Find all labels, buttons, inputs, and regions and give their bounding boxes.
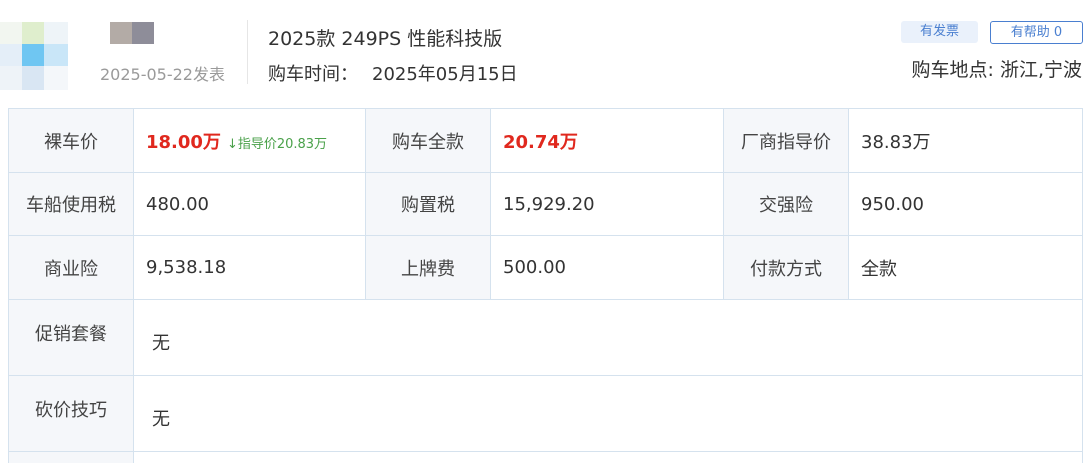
purchase-tax-value: 15,929.20 xyxy=(490,172,724,236)
price-info-table: 裸车价 18.00万 ↓指导价20.83万 购车全款 20.74万 厂商指导价 3… xyxy=(8,108,1083,463)
table-row: 促销套餐 无 xyxy=(8,299,1083,376)
table-row: 车船使用税 480.00 购置税 15,929.20 交强险 950.00 xyxy=(8,172,1083,236)
car-model-title[interactable]: 2025款 249PS 性能科技版 xyxy=(268,24,502,51)
total-price-cell: 20.74万 xyxy=(490,108,724,173)
table-cell xyxy=(133,451,1083,463)
bargain-tips-value: 无 xyxy=(133,375,1083,452)
bargain-tips-label: 砍价技巧 xyxy=(8,375,134,452)
avatar[interactable] xyxy=(0,22,68,90)
commercial-insurance-label: 商业险 xyxy=(8,235,134,300)
promotion-label: 促销套餐 xyxy=(8,299,134,376)
total-price-value: 20.74万 xyxy=(503,131,578,153)
compulsory-insurance-label: 交强险 xyxy=(723,172,849,236)
commercial-insurance-value: 9,538.18 xyxy=(133,235,366,300)
vehicle-tax-value: 480.00 xyxy=(133,172,366,236)
purchase-time-value: 2025年05月15日 xyxy=(372,64,518,85)
table-row: 裸车价 18.00万 ↓指导价20.83万 购车全款 20.74万 厂商指导价 3… xyxy=(8,108,1083,173)
table-row xyxy=(8,451,1083,463)
naked-price-cell: 18.00万 ↓指导价20.83万 xyxy=(133,108,366,173)
table-cell xyxy=(8,451,134,463)
msrp-label: 厂商指导价 xyxy=(723,108,849,173)
purchase-location: 购车地点: 浙江,宁波 xyxy=(911,59,1082,81)
table-row: 商业险 9,538.18 上牌费 500.00 付款方式 全款 xyxy=(8,235,1083,300)
guide-price-note: ↓指导价20.83万 xyxy=(226,136,328,152)
promotion-value: 无 xyxy=(133,299,1083,376)
purchase-time: 购车时间： 2025年05月15日 xyxy=(268,60,518,86)
naked-price-value: 18.00万 xyxy=(146,131,221,153)
header-divider xyxy=(247,20,248,84)
helpful-button[interactable]: 有帮助 0 xyxy=(990,21,1083,44)
total-price-label: 购车全款 xyxy=(365,108,491,173)
invoice-badge: 有发票 xyxy=(901,21,978,43)
table-row: 砍价技巧 无 xyxy=(8,375,1083,452)
payment-method-label: 付款方式 xyxy=(723,235,849,300)
plate-fee-label: 上牌费 xyxy=(365,235,491,300)
username[interactable] xyxy=(110,22,154,44)
plate-fee-value: 500.00 xyxy=(490,235,724,300)
msrp-value: 38.83万 xyxy=(848,108,1083,173)
payment-method-value: 全款 xyxy=(848,235,1083,300)
vehicle-tax-label: 车船使用税 xyxy=(8,172,134,236)
post-date: 2025-05-22发表 xyxy=(100,65,225,84)
purchase-time-label: 购车时间： xyxy=(268,64,358,85)
purchase-tax-label: 购置税 xyxy=(365,172,491,236)
naked-price-label: 裸车价 xyxy=(8,108,134,173)
compulsory-insurance-value: 950.00 xyxy=(848,172,1083,236)
